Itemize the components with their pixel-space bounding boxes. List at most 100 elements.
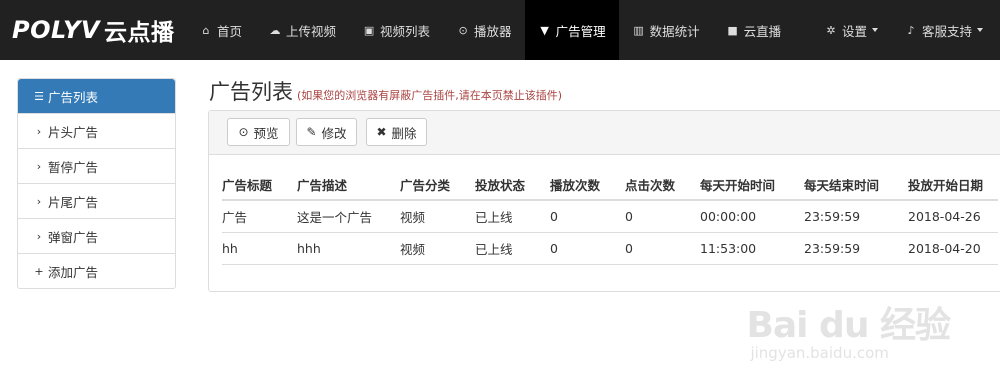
chevron-right-icon: › [36,124,42,138]
edit-button[interactable]: ✎ 修改 [296,118,357,146]
cell-daily-start: 00:00:00 [700,200,804,233]
sidebar-item-popup[interactable]: › 弹窗广告 [18,218,175,253]
home-icon: ⌂ [202,23,210,37]
bell-icon: ♪ [907,23,915,37]
bar-chart-icon: ▥ [633,23,644,37]
cell-daily-end: 23:59:59 [804,232,908,265]
preview-label: 预览 [253,125,279,141]
table-row[interactable]: hh hhh 视频 已上线 0 0 11:53:00 23:59:59 2018… [222,232,998,265]
ad-table: 广告标题 广告描述 广告分类 投放状态 播放次数 点击次数 每天开始时间 每天结… [222,169,998,265]
delete-button[interactable]: ✖ 删除 [366,118,427,146]
nav-item-live[interactable]: ■ 云直播 [713,0,795,60]
col-header-daily-start[interactable]: 每天开始时间 [700,169,804,201]
sidebar-item-pause[interactable]: › 暂停广告 [18,148,175,183]
col-header-title[interactable]: 广告标题 [222,169,297,201]
baidu-jingyan-watermark: Bai du 经验 jingyan.baidu.com [746,296,951,362]
sidebar-item-ad-list[interactable]: ☰ 广告列表 [18,79,175,113]
nav-item-label: 广告管理 [555,23,606,39]
col-header-plays[interactable]: 播放次数 [550,169,625,201]
play-circle-icon: ⊙ [458,23,468,37]
nav-item-upload[interactable]: ☁ 上传视频 [255,0,349,60]
video-camera-icon: ■ [727,23,738,37]
nav-right: ✲ 设置 ♪ 客服支持 [811,0,996,60]
sidebar-item-preroll[interactable]: › 片头广告 [18,113,175,148]
cell-plays: 0 [550,200,625,233]
support-dropdown[interactable]: ♪ 客服支持 [891,0,996,60]
sidebar-item-label: 弹窗广告 [48,229,99,245]
col-header-start-date[interactable]: 投放开始日期 [908,169,998,201]
sidebar-item-label: 广告列表 [48,89,99,105]
col-header-daily-end[interactable]: 每天结束时间 [804,169,908,201]
adblock-note: (如果您的浏览器有屏蔽广告插件,请在本页禁止该插件) [297,89,563,102]
close-icon: ✖ [376,125,387,139]
chevron-right-icon: › [36,159,42,173]
sidebar-item-label: 暂停广告 [48,159,99,175]
nav-item-label: 数据统计 [649,23,700,39]
cell-plays: 0 [550,232,625,265]
nav-item-ads[interactable]: ▼ 广告管理 [524,0,619,60]
plus-icon: + [34,264,44,278]
col-header-clicks[interactable]: 点击次数 [625,169,700,201]
table-header-row: 广告标题 广告描述 广告分类 投放状态 播放次数 点击次数 每天开始时间 每天结… [222,169,998,201]
film-icon: ▣ [363,23,375,37]
top-navbar: POLYV 云点播 ⌂ 首页 ☁ 上传视频 ▣ 视频列表 ⊙ 播放器 ▼ 广告管… [0,0,1000,60]
cloud-upload-icon: ☁ [269,23,281,37]
nav-item-label: 首页 [217,23,243,39]
cell-title: hh [222,232,297,265]
list-icon: ☰ [34,89,44,103]
chevron-right-icon: › [36,194,42,208]
sidebar-item-add-ad[interactable]: + 添加广告 [18,253,175,288]
brand-latin: POLYV [12,16,100,44]
support-label: 客服支持 [921,23,972,39]
col-header-category[interactable]: 广告分类 [400,169,475,201]
cell-start-date: 2018-04-26 [908,200,998,233]
nav-item-label: 云直播 [743,23,782,39]
cell-start-date: 2018-04-20 [908,232,998,265]
cell-title: 广告 [222,200,297,233]
nav-item-player[interactable]: ⊙ 播放器 [443,0,525,60]
sidebar-item-label: 片尾广告 [48,194,99,210]
cell-description: hhh [297,232,400,265]
cell-clicks: 0 [625,232,700,265]
page-title: 广告列表 (如果您的浏览器有屏蔽广告插件,请在本页禁止该插件) [209,76,562,106]
settings-dropdown[interactable]: ✲ 设置 [811,0,891,60]
sidebar-item-label: 添加广告 [48,264,99,280]
filter-icon: ▼ [540,23,549,37]
settings-label: 设置 [841,23,867,39]
delete-label: 删除 [391,125,417,141]
gear-icon: ✲ [826,23,836,37]
cell-clicks: 0 [625,200,700,233]
cell-status: 已上线 [475,200,550,233]
caret-down-icon [977,28,983,32]
cell-daily-end: 23:59:59 [804,200,908,233]
nav-item-video-list[interactable]: ▣ 视频列表 [349,0,443,60]
toolbar: ⊙ 预览 ✎ 修改 ✖ 删除 [209,111,1000,155]
brand-logo[interactable]: POLYV 云点播 [12,0,175,60]
chevron-right-icon: › [36,229,42,243]
nav-item-label: 视频列表 [380,23,431,39]
col-header-status[interactable]: 投放状态 [475,169,550,201]
play-circle-icon: ⊙ [238,125,249,139]
table-row[interactable]: 广告 这是一个广告 视频 已上线 0 0 00:00:00 23:59:59 2… [222,200,998,233]
brand-cn: 云点播 [104,20,175,46]
edit-label: 修改 [321,125,347,141]
cell-category: 视频 [400,232,475,265]
pencil-icon: ✎ [306,125,317,139]
col-header-description[interactable]: 广告描述 [297,169,400,201]
preview-button[interactable]: ⊙ 预览 [227,118,290,146]
cell-description: 这是一个广告 [297,200,400,233]
sidebar: ☰ 广告列表 › 片头广告 › 暂停广告 › 片尾广告 › 弹窗广告 + 添加广… [17,78,176,289]
sidebar-item-label: 片头广告 [48,124,99,140]
nav-item-label: 播放器 [474,23,512,39]
cell-status: 已上线 [475,232,550,265]
nav-item-label: 上传视频 [286,23,337,39]
watermark-logo: Bai du 经验 [746,305,951,346]
cell-daily-start: 11:53:00 [700,232,804,265]
ad-list-panel: ⊙ 预览 ✎ 修改 ✖ 删除 广告标题 广告描述 广告分类 投放状态 播放次数 … [208,110,1000,292]
sidebar-item-postroll[interactable]: › 片尾广告 [18,183,175,218]
nav-item-stats[interactable]: ▥ 数据统计 [619,0,713,60]
page-title-text: 广告列表 [209,80,293,104]
caret-down-icon [871,28,878,32]
main-nav: ⌂ 首页 ☁ 上传视频 ▣ 视频列表 ⊙ 播放器 ▼ 广告管理 ▥ 数据统计 ■… [186,0,794,60]
nav-item-home[interactable]: ⌂ 首页 [186,0,255,60]
